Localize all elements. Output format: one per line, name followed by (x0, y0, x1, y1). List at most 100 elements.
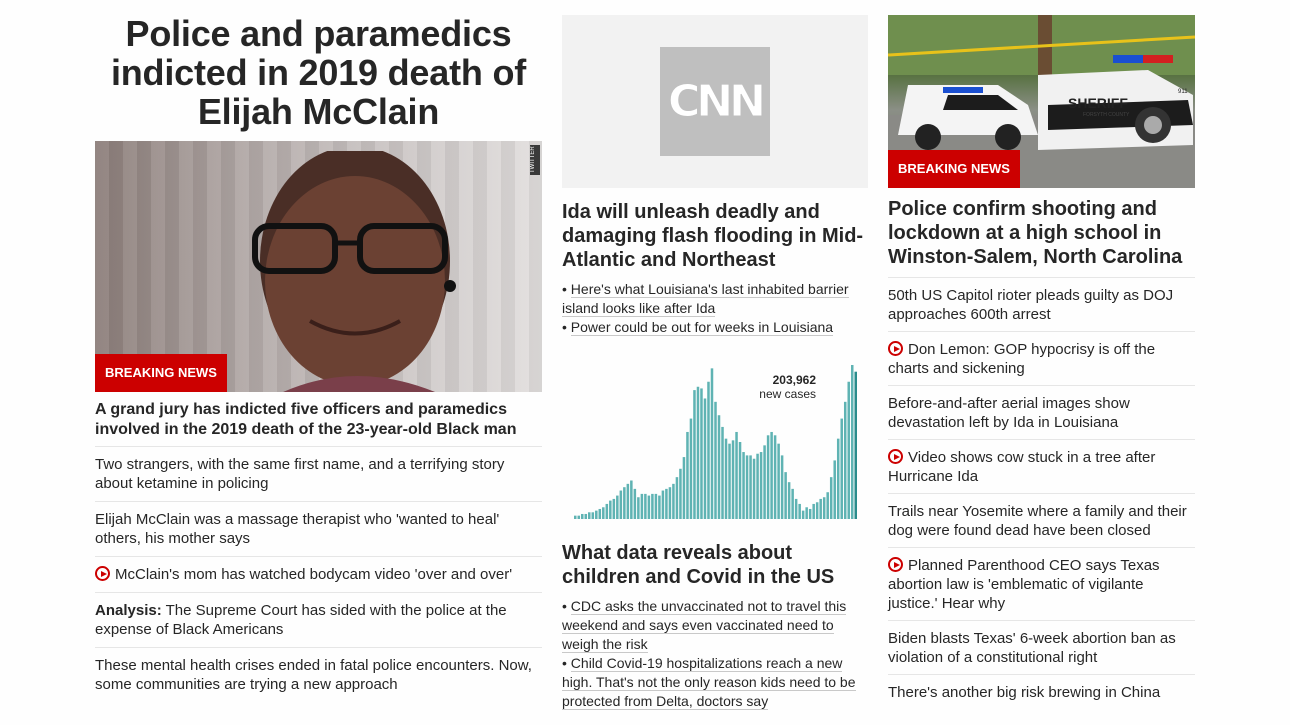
lead-image[interactable]: TWITTER BREAKING NEWS (95, 141, 542, 392)
ida-related-links: • Here's what Louisiana's last inhabited… (562, 280, 868, 337)
list-item[interactable]: • CDC asks the unvaccinated not to trave… (562, 597, 868, 654)
chart-bar (584, 513, 588, 519)
chart-bar (619, 490, 623, 519)
list-item[interactable]: Biden blasts Texas' 6-week abortion ban … (888, 621, 1195, 675)
covid-headline[interactable]: What data reveals about children and Cov… (562, 541, 868, 589)
link-text[interactable]: CDC asks the unvaccinated not to travel … (562, 598, 847, 653)
lead-related-links: Two strangers, with the same first name,… (95, 447, 542, 702)
list-item[interactable]: Before-and-after aerial images show deva… (888, 386, 1195, 440)
cnn-logo: CNN (660, 47, 770, 156)
chart-bar (780, 455, 784, 519)
play-video-icon (888, 449, 903, 464)
breaking-news-badge: BREAKING NEWS (888, 150, 1020, 188)
chart-bar (707, 381, 710, 519)
chart-bar (738, 442, 742, 519)
link-text: There's another big risk brewing in Chin… (888, 684, 1161, 701)
chart-bar (703, 398, 707, 519)
chart-bar (752, 458, 756, 519)
link-text: Elijah McClain was a massage therapist w… (95, 511, 500, 547)
chart-bar (581, 513, 584, 519)
unit-number-text: 911 (1178, 89, 1188, 95)
chart-bar (735, 431, 738, 519)
link-text: Planned Parenthood CEO says Texas aborti… (888, 557, 1160, 612)
chart-bar (609, 500, 612, 519)
chart-bar (637, 497, 640, 519)
chart-bar (693, 390, 696, 519)
chart-bar (598, 508, 602, 519)
chart-bar (742, 452, 745, 519)
shooting-headline[interactable]: Police confirm shooting and lockdown at … (888, 197, 1195, 278)
chart-bar (710, 368, 714, 519)
chart-bar (766, 435, 770, 519)
chart-bar (651, 493, 654, 519)
chart-bar (616, 495, 619, 519)
chart-bar (612, 498, 616, 519)
story-image-placeholder[interactable]: CNN (562, 15, 868, 188)
link-text[interactable]: Power could be out for weeks in Louisian… (570, 319, 834, 336)
chart-bar (724, 438, 728, 519)
chart-bar (815, 502, 819, 519)
lead-headline[interactable]: Police and paramedics indicted in 2019 d… (95, 0, 542, 131)
chart-bar (682, 457, 686, 519)
list-item[interactable]: • Here's what Louisiana's last inhabited… (562, 280, 868, 318)
chart-bar (812, 503, 815, 519)
chart-bar (773, 435, 777, 519)
list-item[interactable]: Video shows cow stuck in a tree after Hu… (888, 440, 1195, 494)
sheriff-image[interactable]: SHERIFF FORSYTH COUNTY 911 BREAKING NEWS (888, 15, 1195, 188)
chart-bar (588, 512, 591, 519)
link-text[interactable]: Child Covid-19 hospitalizations reach a … (562, 655, 856, 710)
list-item[interactable]: These mental health crises ended in fata… (95, 648, 542, 702)
list-item[interactable]: Planned Parenthood CEO says Texas aborti… (888, 548, 1195, 621)
cnn-logo-text: CNN (668, 76, 767, 128)
list-item[interactable]: Trails near Yosemite where a family and … (888, 494, 1195, 548)
chart-bar (759, 452, 763, 519)
chart-bar (794, 498, 798, 519)
chart-bar (647, 495, 651, 519)
chart-bar (665, 488, 668, 519)
chart-annotation: 203,962 new cases (759, 373, 816, 401)
chart-bar (714, 401, 717, 519)
link-text: McClain's mom has watched bodycam video … (115, 566, 513, 583)
lead-subheadline[interactable]: A grand jury has indicted five officers … (95, 400, 542, 447)
person-portrait (252, 151, 456, 392)
list-item[interactable]: • Child Covid-19 hospitalizations reach … (562, 654, 868, 711)
chart-bar (805, 507, 808, 519)
chart-bar (836, 438, 840, 519)
middle-column: CNN Ida will unleash deadly and damaging… (562, 15, 868, 711)
chart-bar (801, 510, 805, 519)
chart-bar (854, 371, 857, 519)
list-item[interactable]: 50th US Capitol rioter pleads guilty as … (888, 278, 1195, 332)
list-item[interactable]: Analysis: The Supreme Court has sided wi… (95, 593, 542, 648)
lead-story: Police and paramedics indicted in 2019 d… (95, 0, 542, 702)
chart-bar (763, 445, 766, 519)
chart-bar (672, 483, 675, 519)
chart-svg (574, 365, 857, 519)
analysis-label: Analysis: (95, 602, 162, 619)
chart-annotation-label: new cases (759, 387, 816, 401)
list-item[interactable]: McClain's mom has watched bodycam video … (95, 557, 542, 593)
ida-headline[interactable]: Ida will unleash deadly and damaging fla… (562, 200, 868, 272)
link-text: 50th US Capitol rioter pleads guilty as … (888, 287, 1174, 323)
list-item[interactable]: There's another big risk brewing in Chin… (888, 675, 1195, 709)
link-text: Video shows cow stuck in a tree after Hu… (888, 449, 1156, 485)
link-text[interactable]: Here's what Louisiana's last inhabited b… (562, 281, 849, 317)
chart-bar (808, 508, 812, 519)
covid-cases-chart[interactable]: 203,962 new cases (562, 351, 868, 529)
chart-bar (749, 455, 752, 519)
right-column: SHERIFF FORSYTH COUNTY 911 BREAKING NEWS… (888, 15, 1195, 709)
image-watermark: TWITTER (530, 145, 540, 175)
list-item[interactable]: • Power could be out for weeks in Louisi… (562, 318, 868, 337)
chart-bar (623, 487, 626, 519)
chart-bar (833, 460, 836, 519)
list-item[interactable]: Elijah McClain was a massage therapist w… (95, 502, 542, 557)
homepage: Police and paramedics indicted in 2019 d… (0, 0, 1290, 725)
chart-bar (829, 477, 833, 519)
chart-bar (843, 401, 847, 519)
link-text: Two strangers, with the same first name,… (95, 456, 505, 492)
list-item[interactable]: Two strangers, with the same first name,… (95, 447, 542, 502)
chart-bar (644, 493, 647, 519)
chart-bar (696, 386, 700, 519)
chart-bar (847, 381, 850, 519)
list-item[interactable]: Don Lemon: GOP hypocrisy is off the char… (888, 332, 1195, 386)
chart-bar (721, 426, 724, 519)
